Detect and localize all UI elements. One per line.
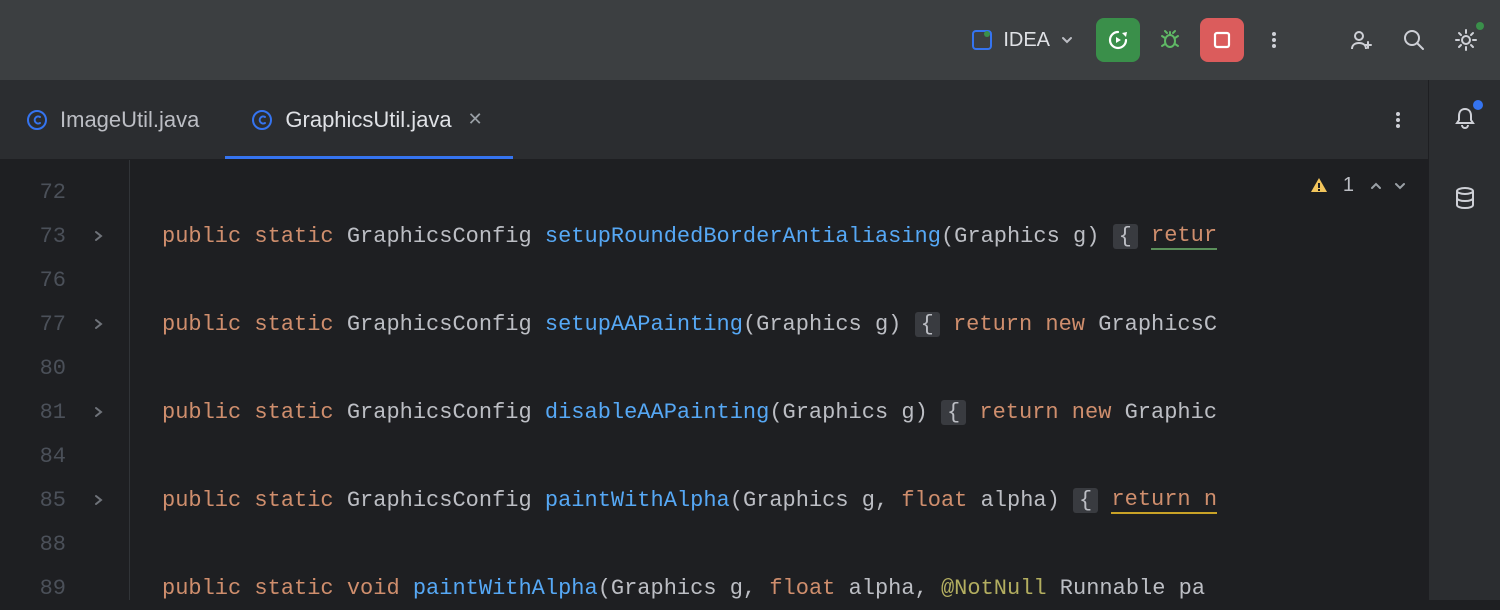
warning-count: 1 (1343, 174, 1354, 197)
notifications-button[interactable] (1445, 98, 1485, 138)
more-actions-button[interactable] (1252, 18, 1296, 62)
code-line[interactable]: public static GraphicsConfig disableAAPa… (162, 390, 1428, 434)
chevron-down-icon (1060, 33, 1074, 47)
fold-toggle[interactable] (78, 493, 118, 507)
editor-tab[interactable]: ImageUtil.java (0, 80, 225, 159)
line-number: 89 (0, 576, 78, 601)
line-number: 81 (0, 400, 78, 425)
inspection-widget[interactable]: 1 (1309, 174, 1408, 197)
gutter: 72 73 76 77 80 81 84 85 88 89 (0, 160, 130, 600)
debug-button[interactable] (1148, 18, 1192, 62)
java-class-icon (26, 109, 48, 131)
rerun-button[interactable] (1096, 18, 1140, 62)
fold-toggle[interactable] (78, 229, 118, 243)
line-number: 76 (0, 268, 78, 293)
code-line[interactable] (162, 258, 1428, 302)
java-class-icon (251, 109, 273, 131)
close-icon[interactable]: ✕ (464, 105, 487, 134)
notification-dot-icon (1473, 100, 1483, 110)
stop-button[interactable] (1200, 18, 1244, 62)
warning-icon (1309, 176, 1329, 196)
main-toolbar: IDEA (0, 0, 1500, 80)
line-number: 85 (0, 488, 78, 513)
line-number: 80 (0, 356, 78, 381)
fold-toggle[interactable] (78, 405, 118, 419)
fold-toggle[interactable] (78, 317, 118, 331)
code-area[interactable]: public static GraphicsConfig setupRounde… (130, 160, 1428, 600)
editor[interactable]: 1 72 73 76 77 80 81 84 85 88 89 public static Gra… (0, 160, 1428, 600)
code-line[interactable] (162, 346, 1428, 390)
code-line[interactable] (162, 522, 1428, 566)
run-target-label: IDEA (1003, 29, 1050, 52)
line-number: 84 (0, 444, 78, 469)
editor-tabs: ImageUtil.java GraphicsUtil.java ✕ (0, 80, 1428, 160)
line-number: 88 (0, 532, 78, 557)
code-line[interactable]: public static GraphicsConfig setupAAPain… (162, 302, 1428, 346)
editor-tab[interactable]: GraphicsUtil.java ✕ (225, 80, 512, 159)
line-number: 77 (0, 312, 78, 337)
database-button[interactable] (1445, 178, 1485, 218)
line-number: 72 (0, 180, 78, 205)
tab-label: GraphicsUtil.java (285, 107, 451, 133)
intellij-icon (971, 29, 993, 51)
settings-button[interactable] (1444, 18, 1488, 62)
code-line[interactable]: public static GraphicsConfig paintWithAl… (162, 478, 1428, 522)
tab-label: ImageUtil.java (60, 107, 199, 133)
run-configuration-selector[interactable]: IDEA (957, 21, 1088, 60)
line-number: 73 (0, 224, 78, 249)
code-line[interactable]: public static void paintWithAlpha(Graphi… (162, 566, 1428, 600)
next-highlight-button[interactable] (1392, 178, 1408, 194)
code-line[interactable]: public static GraphicsConfig setupRounde… (162, 214, 1428, 258)
code-line[interactable] (162, 434, 1428, 478)
right-tool-strip (1428, 80, 1500, 600)
prev-highlight-button[interactable] (1368, 178, 1384, 194)
code-line[interactable] (162, 170, 1428, 214)
code-with-me-button[interactable] (1340, 18, 1384, 62)
search-everywhere-button[interactable] (1392, 18, 1436, 62)
tab-more-button[interactable] (1368, 80, 1428, 159)
